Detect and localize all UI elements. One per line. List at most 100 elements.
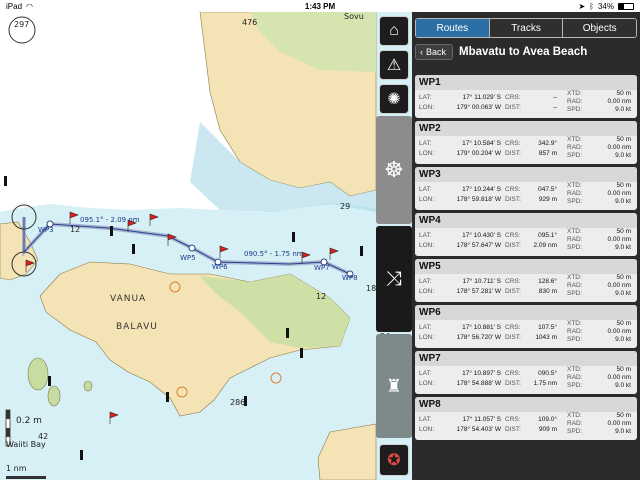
waypoint-crs-value: 090.5°: [538, 370, 557, 377]
waypoint-lat-value: 17° 11.029' S: [462, 94, 501, 101]
waypoint-card[interactable]: WP2 LAT: LON: 17° 10.584' S 179° 00.204' W CR…: [415, 121, 637, 164]
tab-objects[interactable]: Objects: [563, 19, 636, 37]
waypoint-xtd-label: XTD:: [567, 412, 582, 419]
waypoint-rad-value: 0.00 nm: [607, 420, 632, 427]
tab-tracks[interactable]: Tracks: [489, 19, 564, 37]
waypoint-dist-label: DIST:: [505, 426, 521, 433]
wifi-icon: ◠: [26, 1, 33, 11]
place-label-waiiti: Waiiti Bay: [6, 440, 46, 449]
panel-tabs: Routes Tracks Objects: [415, 18, 637, 38]
waypoint-lon-value: 179° 00.063' W: [456, 104, 501, 111]
depth-sounding: 29: [340, 202, 351, 211]
battery-icon: [618, 2, 634, 10]
tab-routes[interactable]: Routes: [416, 19, 490, 37]
nautical-chart[interactable]: 297 476 Sovu 29 181 12 12 286 24 42 VANU…: [0, 12, 412, 480]
warning-button[interactable]: ⚠: [379, 50, 409, 80]
waypoint-dist-value: 1043 m: [535, 334, 557, 341]
waypoint-lat-label: LAT:: [419, 416, 432, 423]
helm-icon: ☸: [384, 157, 404, 182]
waypoint-crs-value: 342.9°: [538, 140, 557, 147]
waypoint-card[interactable]: WP1 LAT: LON: 17° 11.029' S 179° 00.063' W CR…: [415, 75, 637, 118]
waypoint-dist-value: 1.75 nm: [533, 380, 558, 387]
carrier-label: iPad: [6, 1, 23, 11]
waypoint-crs-label: CRS:: [505, 140, 521, 147]
route-title: Mbavatu to Avea Beach: [459, 46, 588, 58]
back-button[interactable]: ‹ Back: [415, 44, 454, 60]
depth-sounding: 12: [316, 292, 327, 301]
waypoint-crs-label: CRS:: [505, 278, 521, 285]
waypoint-label[interactable]: WP5: [180, 254, 196, 262]
route-edit-button[interactable]: ⤨: [376, 226, 412, 332]
waypoint-crs-value: –: [553, 94, 557, 101]
waypoint-rad-value: 0.00 nm: [607, 374, 632, 381]
waypoint-spd-value: 9.0 kt: [615, 152, 631, 159]
waypoint-list: WP1 LAT: LON: 17° 11.029' S 179° 00.063' W CR…: [415, 75, 637, 443]
scale-label: 0.2 m: [16, 416, 42, 426]
small-island: [47, 385, 61, 407]
west-landmass: [0, 221, 39, 281]
compass-button[interactable]: ✺: [379, 84, 409, 114]
waypoint-lat-label: LAT:: [419, 94, 432, 101]
waypoint-name: WP2: [415, 121, 637, 136]
waypoint-card[interactable]: WP3 LAT: LON: 17° 10.244' S 178° 59.818' W CR…: [415, 167, 637, 210]
chart-canvas[interactable]: [0, 12, 412, 480]
depth-sounding: 476: [242, 18, 258, 27]
waypoint-dist-value: –: [553, 104, 557, 111]
waypoint-spd-label: SPD:: [567, 198, 583, 205]
waypoint-dist-value: 929 m: [538, 196, 557, 203]
helm-mode-button[interactable]: ☸: [376, 116, 412, 224]
waypoint-rad-value: 0.00 nm: [607, 328, 632, 335]
waypoint-dist-label: DIST:: [505, 288, 521, 295]
southeast-landmass: [317, 423, 377, 480]
waypoint-lon-label: LON:: [419, 242, 435, 249]
waypoint-dist-value: 830 m: [538, 288, 557, 295]
waypoint-name: WP7: [415, 351, 637, 366]
waypoint-rad-value: 0.00 nm: [607, 144, 632, 151]
waypoint-dist-label: DIST:: [505, 334, 521, 341]
small-island: [83, 380, 93, 392]
waypoint-name: WP1: [415, 75, 637, 90]
waypoint-lon-value: 178° 56.720' W: [456, 334, 501, 341]
chevron-left-icon: ‹: [420, 47, 423, 57]
waypoint-label[interactable]: WP6: [212, 263, 228, 271]
waypoint-lat-label: LAT:: [419, 324, 432, 331]
waypoint-card[interactable]: WP7 LAT: LON: 17° 10.897' S 178° 54.888' W CR…: [415, 351, 637, 394]
waypoint-spd-value: 9.0 kt: [615, 290, 631, 297]
waypoint-spd-label: SPD:: [567, 290, 583, 297]
waypoint-dist-value: 909 m: [538, 426, 557, 433]
lighthouse-button[interactable]: ♜: [376, 334, 412, 438]
route-header: ‹ Back Mbavatu to Avea Beach: [415, 42, 637, 62]
waypoint-label[interactable]: WP3: [38, 226, 54, 234]
clock: 1:43 PM: [304, 1, 336, 11]
gear-icon: ✪: [387, 452, 401, 469]
waypoint-label[interactable]: WP8: [342, 274, 358, 282]
waypoint-label[interactable]: WP7: [314, 264, 330, 272]
waypoint-lat-value: 17° 10.430' S: [462, 232, 501, 239]
map-toolbar: ⌂ ⚠ ✺ ☸ ⤨ ♜ ✪: [376, 12, 412, 480]
waypoint-crs-value: 047.5°: [538, 186, 557, 193]
battery-percent: 34%: [597, 1, 614, 11]
waypoint-card[interactable]: WP6 LAT: LON: 17° 10.881' S 178° 56.720' W CR…: [415, 305, 637, 348]
waypoint-card[interactable]: WP5 LAT: LON: 17° 10.711' S 178° 57.281' W CR…: [415, 259, 637, 302]
waypoint-spd-label: SPD:: [567, 336, 583, 343]
waypoint-name: WP6: [415, 305, 637, 320]
waypoint-lon-label: LON:: [419, 150, 435, 157]
waypoint-card[interactable]: WP4 LAT: LON: 17° 10.430' S 178° 57.647' W CR…: [415, 213, 637, 256]
route-leg-label: 095.1° - 2.09 nm: [80, 216, 140, 224]
settings-button[interactable]: ✪: [379, 444, 409, 476]
location-icon: ➤: [578, 1, 586, 11]
waypoint-lat-label: LAT:: [419, 186, 432, 193]
tide-current-button[interactable]: ⌂: [379, 16, 409, 46]
waypoint-crs-label: CRS:: [505, 232, 521, 239]
waypoint-lat-label: LAT:: [419, 232, 432, 239]
waypoint-xtd-label: XTD:: [567, 228, 582, 235]
waypoint-crs-label: CRS:: [505, 416, 521, 423]
back-button-label: Back: [426, 47, 447, 57]
waypoint-name: WP4: [415, 213, 637, 228]
lighthouse-icon: ♜: [385, 375, 403, 396]
waypoint-crs-label: CRS:: [505, 94, 521, 101]
waypoint-card[interactable]: WP8 LAT: LON: 17° 11.057' S 178° 54.403' W CR…: [415, 397, 637, 440]
place-label-balavu: BALAVU: [116, 322, 158, 332]
status-bar: iPad ◠ 1:43 PM ➤ ᛒ 34%: [0, 0, 640, 12]
waypoint-rad-label: RAD:: [567, 282, 583, 289]
